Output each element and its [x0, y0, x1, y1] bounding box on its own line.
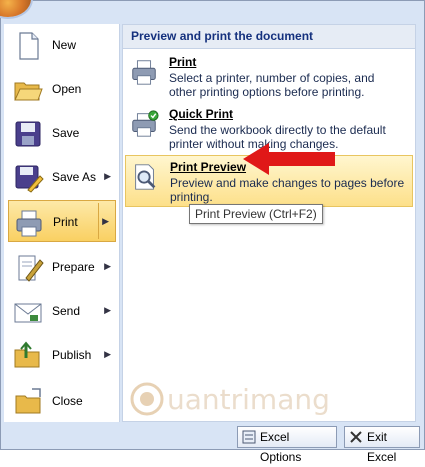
- footer-bar: Excel Options Exit Excel: [4, 425, 421, 464]
- print-preview-icon: [135, 164, 156, 190]
- office-menu-list: New Open Save Save As ▶ Print ▶ Prepare …: [4, 24, 120, 422]
- exit-excel-label: Exit Excel: [367, 430, 397, 464]
- options-icon: [242, 430, 256, 444]
- menu-item-label: Open: [52, 82, 82, 96]
- submenu-item-print[interactable]: Print Select a printer, number of copies…: [125, 51, 413, 101]
- menu-item-label: Publish: [52, 348, 92, 362]
- print-preview-tooltip: Print Preview (Ctrl+F2): [189, 204, 323, 224]
- submenu-divider: [98, 203, 99, 239]
- menu-item-label: Save: [52, 126, 80, 140]
- office-menu-window: New Open Save Save As ▶ Print ▶ Prepare …: [0, 0, 425, 464]
- submenu-arrow-icon: ▶: [104, 261, 111, 271]
- menu-item-close[interactable]: Close: [4, 380, 119, 422]
- submenu-arrow-icon: ▶: [104, 171, 111, 181]
- prepare-icon: [18, 255, 44, 282]
- menu-item-print[interactable]: Print ▶: [8, 200, 116, 242]
- menu-item-publish[interactable]: Publish ▶: [4, 334, 119, 376]
- menu-item-save-as[interactable]: Save As ▶: [4, 156, 119, 198]
- menu-item-label: Close: [52, 394, 83, 408]
- open-folder-icon: [14, 82, 43, 101]
- submenu-item-description: Select a printer, number of copies, and …: [169, 71, 375, 99]
- submenu-arrow-icon: ▶: [104, 305, 111, 315]
- excel-options-button[interactable]: Excel Options: [237, 426, 337, 464]
- close-x-icon: [350, 431, 362, 443]
- submenu-arrow-icon: ▶: [104, 349, 111, 359]
- printer-icon: [132, 60, 156, 85]
- office-button-icon[interactable]: [0, 0, 31, 17]
- exit-excel-button[interactable]: Exit Excel: [344, 426, 420, 464]
- menu-item-label: Save As: [52, 170, 97, 184]
- new-document-icon: [19, 32, 39, 60]
- submenu-item-description: Preview and make changes to pages before…: [170, 176, 405, 204]
- submenu-arrow-icon: ▶: [102, 216, 109, 226]
- submenu-item-title: Quick Print: [169, 107, 234, 121]
- close-folder-icon: [15, 388, 41, 414]
- printer-icon: [16, 210, 42, 237]
- send-icon: [14, 303, 42, 323]
- submenu-item-title: Print Preview: [170, 160, 247, 174]
- submenu-item-title: Print: [169, 55, 197, 69]
- excel-options-label: Excel Options: [260, 430, 302, 464]
- save-disk-icon: [15, 121, 41, 147]
- menu-item-label: New: [52, 38, 77, 52]
- quick-print-icon: [132, 110, 159, 137]
- panel-header: Preview and print the document: [123, 25, 415, 49]
- quantrimang-watermark-logo: uantrimang: [130, 382, 330, 416]
- svg-text:uantrimang: uantrimang: [167, 383, 330, 416]
- menu-item-open[interactable]: Open: [4, 68, 119, 110]
- menu-item-label: Send: [52, 304, 81, 318]
- publish-icon: [14, 341, 40, 368]
- menu-item-new[interactable]: New: [4, 24, 119, 66]
- save-as-icon: [15, 165, 44, 193]
- menu-item-label: Print: [53, 215, 78, 229]
- menu-item-label: Prepare: [52, 260, 95, 274]
- menu-item-save[interactable]: Save: [4, 112, 119, 154]
- red-arrow-annotation: [243, 143, 335, 175]
- menu-item-send[interactable]: Send ▶: [4, 290, 119, 332]
- menu-item-prepare[interactable]: Prepare ▶: [4, 246, 119, 288]
